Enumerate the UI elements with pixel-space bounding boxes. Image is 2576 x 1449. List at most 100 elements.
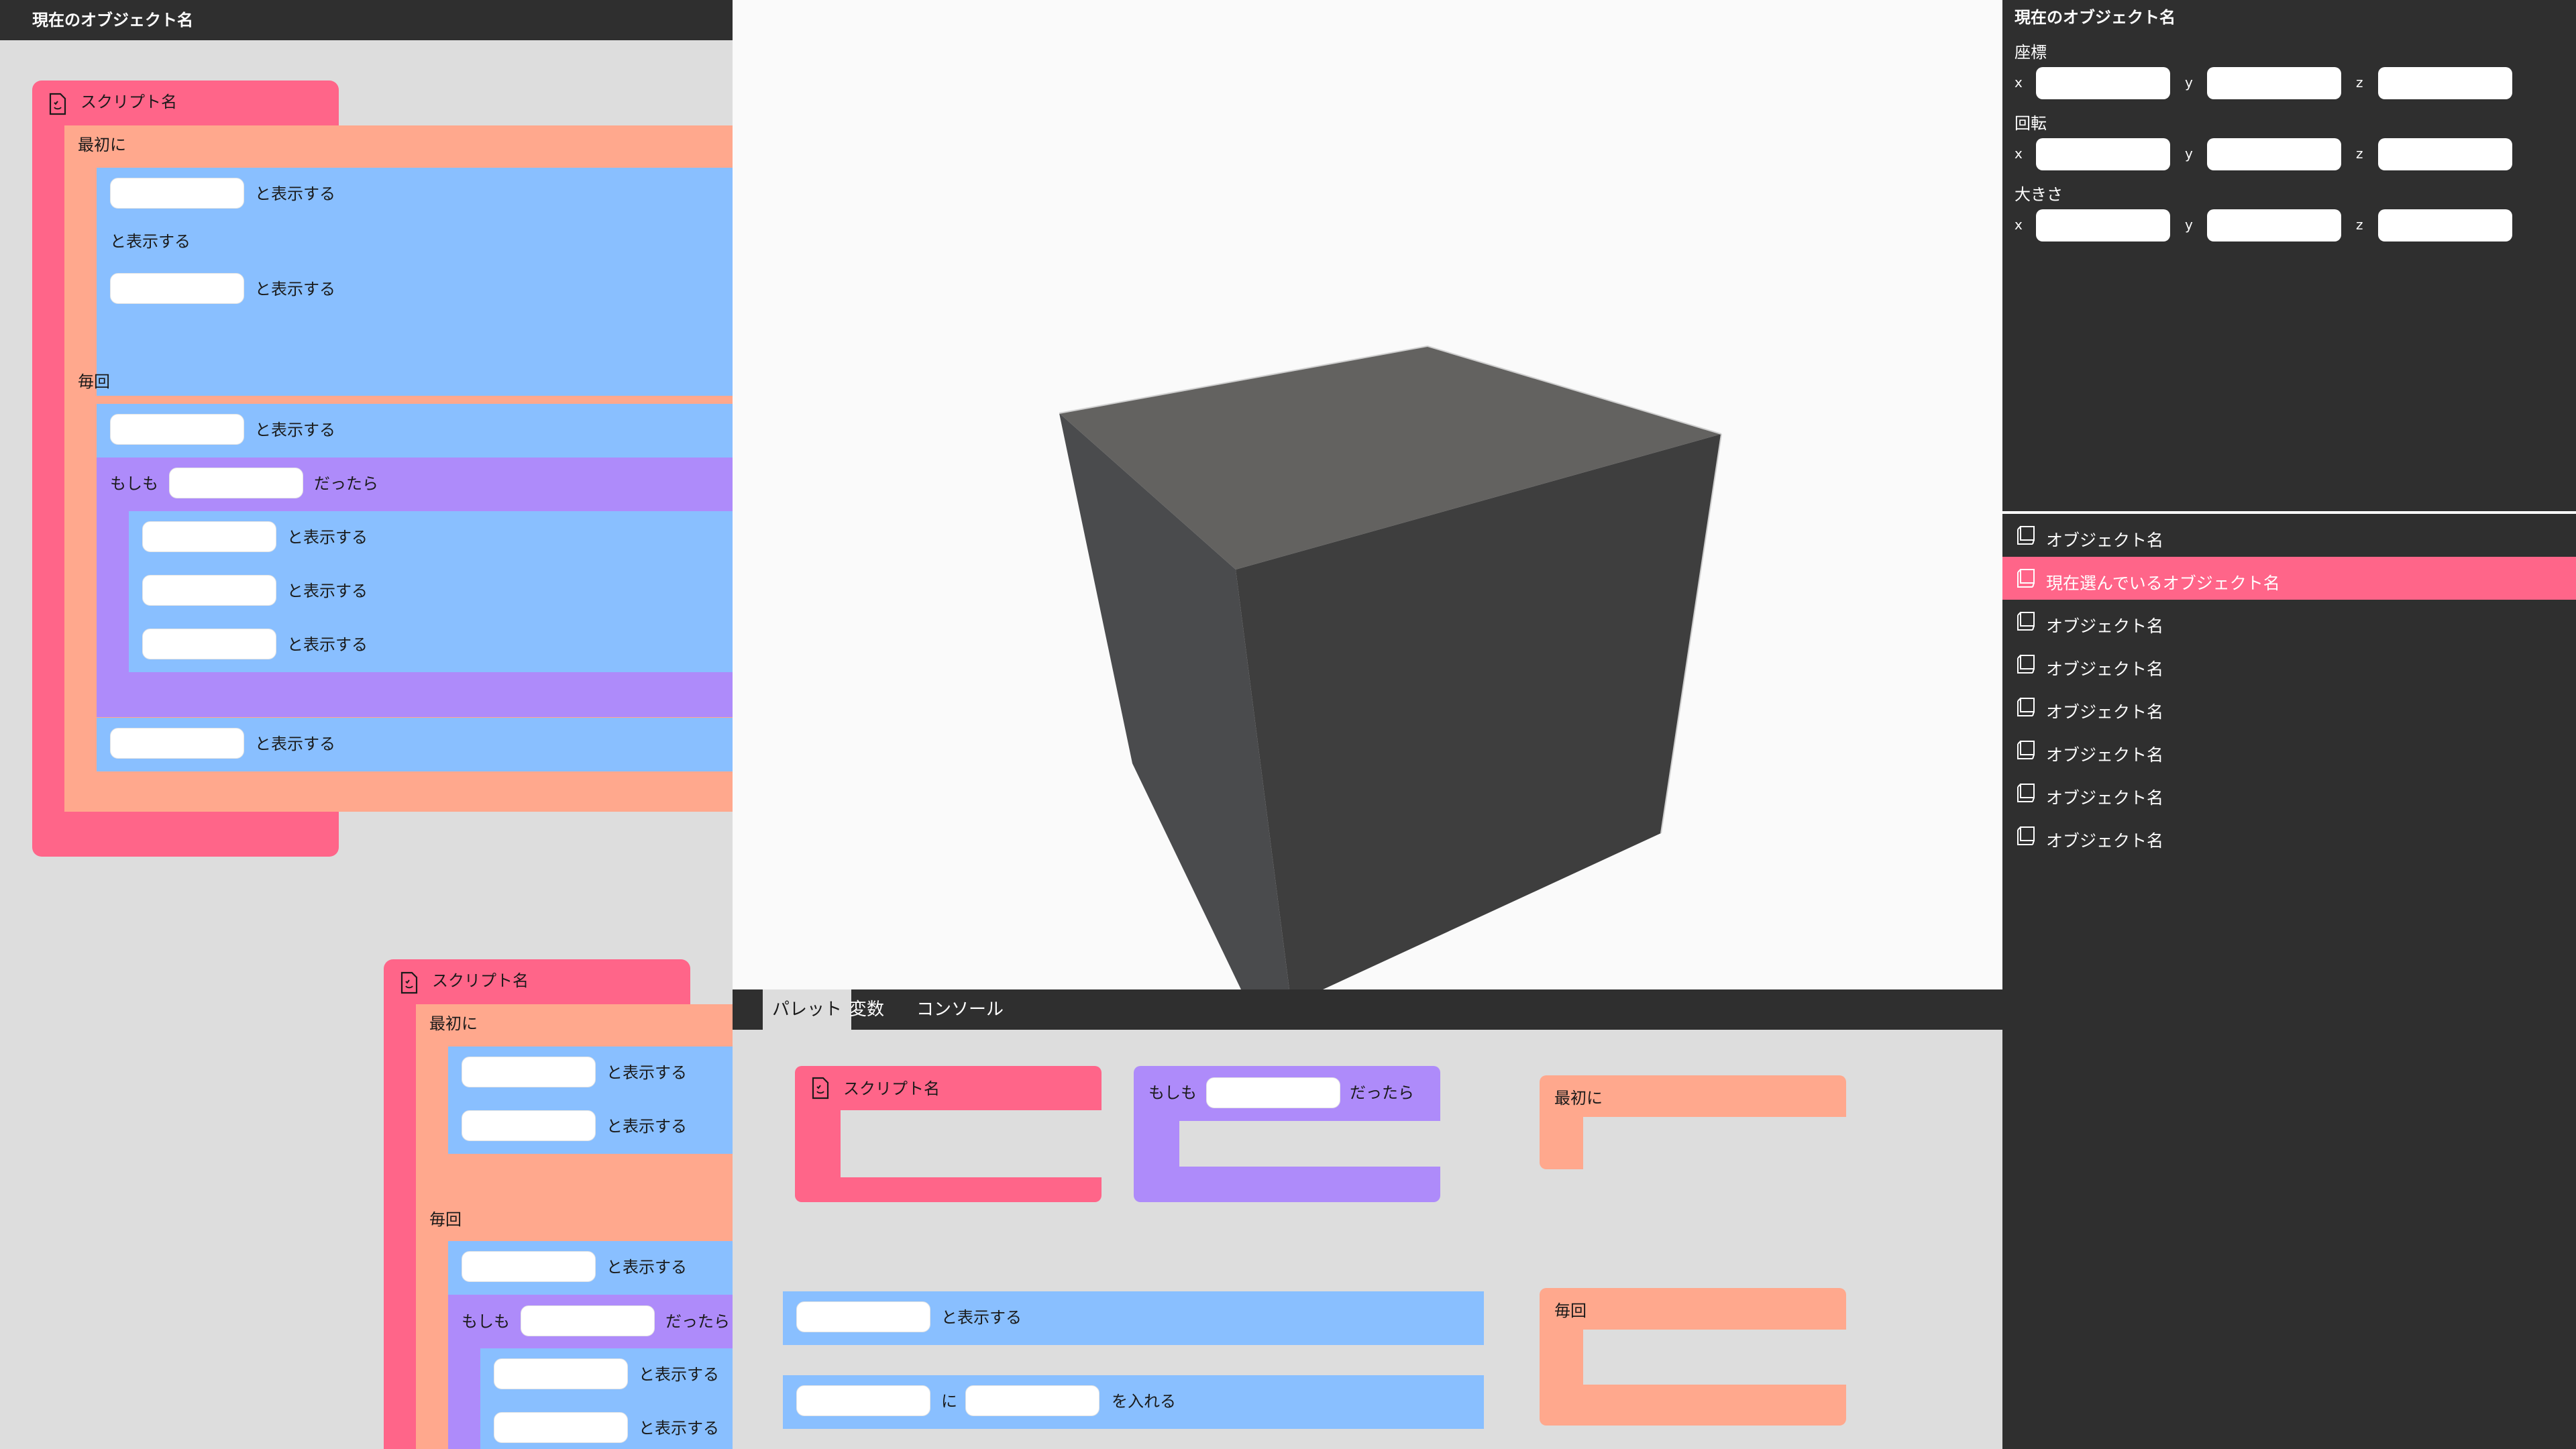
object-name: オブジェクト名 [2046, 702, 2164, 722]
3d-viewport[interactable] [733, 0, 2002, 989]
show-input[interactable] [494, 1412, 628, 1443]
show-input[interactable] [462, 1057, 596, 1087]
rotation-z-input[interactable] [2378, 138, 2512, 170]
object-name: オブジェクト名 [2046, 788, 2164, 808]
cube-icon [2017, 784, 2035, 802]
show-input[interactable] [142, 575, 276, 606]
object-name: オブジェクト名 [2046, 745, 2164, 765]
editor-header: 現在のオブジェクト名 [0, 0, 733, 40]
object-list-item[interactable]: オブジェクト名 [2002, 729, 2576, 771]
show-input[interactable] [494, 1358, 628, 1389]
palette-show-input[interactable] [796, 1301, 930, 1332]
script-block[interactable]: スクリプト名 最初に と表示する と表示する 毎回 と表示する もしも だったら… [384, 959, 733, 1449]
palette-assign-target-input[interactable] [796, 1385, 930, 1416]
position-label: 座標 [2015, 43, 2047, 62]
palette-then-label: だったら [1350, 1083, 1414, 1102]
object-inspector: 現在のオブジェクト名 座標 x y z 回転 x y z 大きさ x y z [2002, 0, 2576, 511]
axis-y-label: y [2185, 74, 2193, 91]
show-input[interactable] [142, 521, 276, 552]
scale-z-input[interactable] [2378, 209, 2512, 241]
palette-first-block[interactable]: 最初に [1540, 1075, 1846, 1171]
show-input[interactable] [110, 414, 244, 445]
object-name: オブジェクト名 [2046, 531, 2164, 550]
script-file-icon [812, 1077, 829, 1099]
scale-y-input[interactable] [2207, 209, 2341, 241]
show-label: と表示する [287, 582, 368, 600]
cube-icon [2017, 655, 2035, 674]
inspector-title: 現在のオブジェクト名 [2015, 8, 2176, 27]
event-first-label: 最初に [78, 136, 126, 154]
position-z-input[interactable] [2378, 67, 2512, 99]
scale-x-input[interactable] [2036, 209, 2170, 241]
cube-icon [2017, 569, 2035, 588]
object-list-item[interactable]: オブジェクト名 [2002, 771, 2576, 814]
show-label: と表示する [255, 280, 335, 299]
palette-script-block[interactable]: スクリプト名 [795, 1066, 1102, 1202]
event-every-label: 毎回 [78, 372, 110, 391]
tab-variables[interactable]: 変数 [840, 989, 894, 1030]
axis-z-label: z [2356, 217, 2363, 233]
if-condition-input[interactable] [521, 1305, 655, 1336]
axis-y-label: y [2185, 146, 2193, 162]
axis-x-label: x [2015, 146, 2023, 162]
cube-icon [2017, 612, 2035, 631]
show-input[interactable] [462, 1110, 596, 1141]
palette-first-label: 最初に [1554, 1089, 1603, 1108]
tab-palette[interactable]: パレット [763, 989, 852, 1030]
rotation-y-input[interactable] [2207, 138, 2341, 170]
script-block[interactable]: スクリプト名 最初に と表示する と表示する と表示する 毎回 と表示する もし… [32, 80, 733, 857]
show-label: と表示する [639, 1365, 719, 1384]
then-label: だったら [665, 1312, 730, 1331]
object-list-item[interactable]: オブジェクト名 [2002, 643, 2576, 686]
cube-icon [2017, 826, 2035, 845]
show-label: と表示する [287, 528, 368, 547]
axis-x-label: x [2015, 217, 2023, 233]
cube-icon [2017, 698, 2035, 716]
object-list-item[interactable]: オブジェクト名 [2002, 600, 2576, 643]
object-list-item-selected[interactable]: 現在選んでいるオブジェクト名 [2002, 557, 2576, 600]
show-label: と表示する [606, 1063, 687, 1082]
palette-show-block[interactable]: と表示する [783, 1291, 1484, 1345]
position-x-input[interactable] [2036, 67, 2170, 99]
tab-console[interactable]: コンソール [907, 989, 1013, 1030]
show-label: と表示する [255, 184, 335, 203]
object-list-item[interactable]: オブジェクト名 [2002, 814, 2576, 857]
script-file-icon [400, 971, 418, 994]
editor-header-title: 現在のオブジェクト名 [32, 11, 193, 30]
palette-script-label: スクリプト名 [843, 1079, 940, 1098]
position-y-input[interactable] [2207, 67, 2341, 99]
cube-icon [2017, 741, 2035, 759]
show-input[interactable] [462, 1251, 596, 1282]
object-name: 現在選んでいるオブジェクト名 [2046, 574, 2280, 593]
show-input[interactable] [110, 178, 244, 209]
script-editor[interactable]: 現在のオブジェクト名 スクリプト名 最初に と表示する と表示する と表示する … [0, 0, 733, 1449]
show-input[interactable] [142, 629, 276, 659]
show-label: と表示する [255, 735, 335, 753]
block-palette[interactable]: パレット 変数 コンソール スクリプト名 もしも だったら 最初に 毎回 と表示… [733, 989, 2002, 1449]
if-label: もしも [462, 1312, 510, 1331]
if-condition-input[interactable] [169, 468, 303, 498]
show-label: と表示する [606, 1258, 687, 1277]
palette-assign-value-input[interactable] [965, 1385, 1099, 1416]
show-label: と表示する [606, 1117, 687, 1136]
show-input[interactable] [110, 728, 244, 759]
object-list-item[interactable]: オブジェクト名 [2002, 686, 2576, 729]
rotation-x-input[interactable] [2036, 138, 2170, 170]
palette-if-block[interactable]: もしも だったら [1134, 1066, 1440, 1202]
axis-x-label: x [2015, 74, 2023, 91]
show-label: と表示する [255, 421, 335, 439]
rotation-label: 回転 [2015, 114, 2047, 133]
object-list-item[interactable]: オブジェクト名 [2002, 514, 2576, 557]
palette-if-input[interactable] [1206, 1077, 1340, 1108]
palette-assign-ni: に [941, 1392, 957, 1411]
cube-object[interactable] [733, 0, 2002, 989]
show-input[interactable] [110, 273, 244, 304]
palette-assign-block[interactable]: に を入れる [783, 1375, 1484, 1429]
object-list: オブジェクト名 現在選んでいるオブジェクト名 オブジェクト名 オブジェクト名 オ… [2002, 514, 2576, 1449]
right-panel: 現在のオブジェクト名 座標 x y z 回転 x y z 大きさ x y z オ… [2002, 0, 2576, 1449]
palette-every-block[interactable]: 毎回 [1540, 1288, 1846, 1426]
object-name: オブジェクト名 [2046, 616, 2164, 636]
palette-tab-bar: パレット 変数 コンソール [733, 989, 2002, 1030]
then-label: だったら [314, 474, 378, 493]
axis-z-label: z [2356, 74, 2363, 91]
